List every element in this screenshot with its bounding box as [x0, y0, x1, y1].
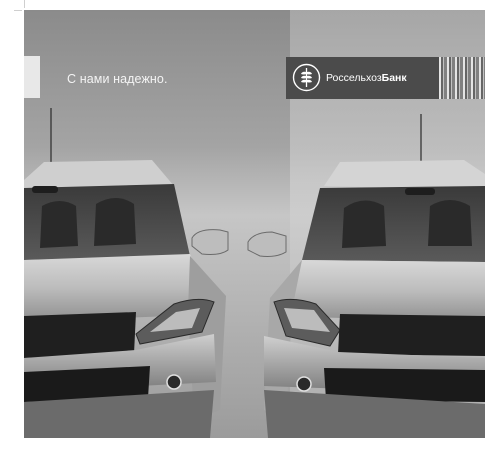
left-car: [24, 108, 229, 438]
fog-light: [296, 376, 312, 392]
crop-mark: [24, 0, 25, 8]
side-mirror: [191, 229, 229, 255]
car-roof: [324, 160, 485, 190]
seat: [40, 201, 78, 248]
grille: [338, 314, 485, 356]
bank-name: РоссельхозБанк: [326, 72, 407, 84]
logo-stripes: [439, 57, 485, 99]
fog-light: [166, 374, 182, 390]
seat: [342, 200, 386, 248]
side-mirror: [247, 231, 287, 257]
seat: [428, 200, 472, 246]
grille: [24, 312, 136, 358]
right-car: [247, 114, 485, 438]
wheat-ear-emblem-icon: [292, 63, 321, 92]
bank-name-bold: Банк: [381, 72, 407, 84]
slogan: С нами надежно.: [67, 72, 168, 86]
seat: [94, 198, 136, 246]
crop-mark: [14, 10, 22, 11]
advertisement-banner: С нами надежно. РоссельхозБанк: [24, 10, 485, 438]
rearview-mirror: [32, 186, 58, 193]
bank-name-regular: Россельхоз: [326, 72, 382, 84]
decorative-tab: [24, 56, 40, 98]
rearview-mirror: [405, 188, 435, 195]
bank-logo: РоссельхозБанк: [286, 57, 485, 99]
